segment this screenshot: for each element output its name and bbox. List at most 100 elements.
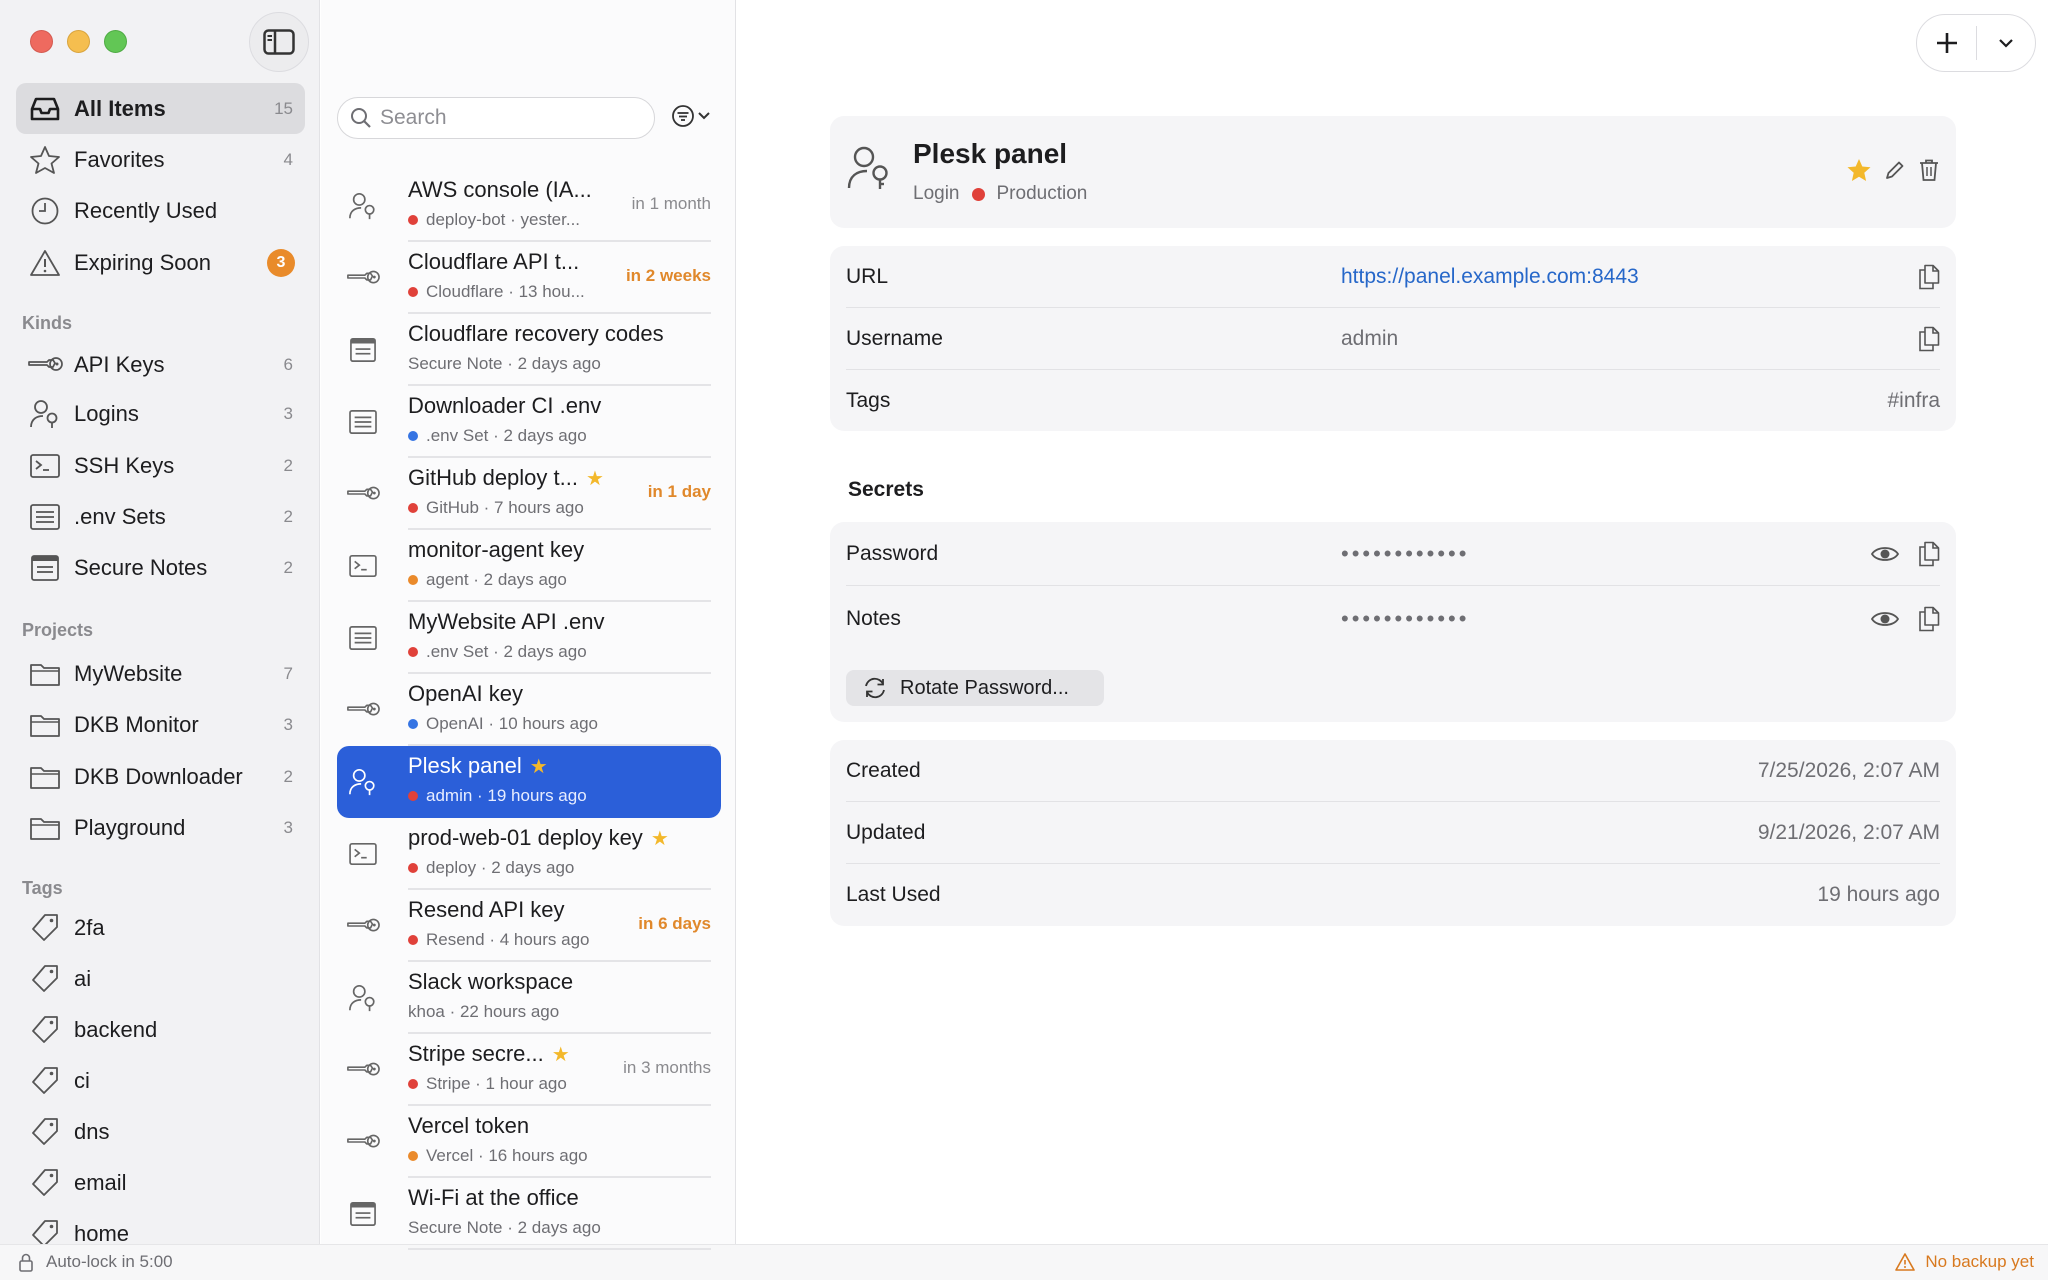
rotate-password-button[interactable]: Rotate Password... <box>846 670 1104 706</box>
list-item[interactable]: AWS console (IA... deploy-bot · yester...… <box>337 170 721 242</box>
add-item-menu-button[interactable] <box>1977 38 2035 48</box>
sidebar-item-tag-ci[interactable]: ci <box>16 1055 305 1106</box>
search-input[interactable]: Search <box>380 106 447 130</box>
list-item[interactable]: Slack workspace khoa · 22 hours ago <box>337 962 721 1034</box>
url-actions <box>1918 264 1940 290</box>
key-icon <box>22 354 68 376</box>
list-item-title: Cloudflare API t... <box>408 249 580 274</box>
minimize-window-button[interactable] <box>67 30 90 53</box>
sidebar-item-logins[interactable]: Logins 3 <box>16 388 305 439</box>
favorite-star-icon[interactable] <box>1846 158 1872 182</box>
sidebar-item-project-dkb-downloader[interactable]: DKB Downloader 2 <box>16 751 305 802</box>
sidebar-item-tag-2fa[interactable]: 2fa <box>16 902 305 953</box>
zoom-window-button[interactable] <box>104 30 127 53</box>
sidebar-item-tag-ai[interactable]: ai <box>16 953 305 1004</box>
sidebar-item-expiring-soon[interactable]: Expiring Soon 3 <box>16 237 305 288</box>
list-item-title-row: MyWebsite API .env <box>408 609 604 635</box>
list-item[interactable]: GitHub deploy t... ★ GitHub · 7 hours ago i… <box>337 458 721 530</box>
list-item[interactable]: OpenAI key OpenAI · 10 hours ago <box>337 674 721 746</box>
sidebar-item-favorites[interactable]: Favorites 4 <box>16 134 305 185</box>
sidebar-item-tag-email[interactable]: email <box>16 1157 305 1208</box>
list-item[interactable]: MyWebsite API .env .env Set · 2 days ago <box>337 602 721 674</box>
list-item-subtitle-row: Cloudflare · 13 hou... <box>408 282 585 302</box>
sidebar-item-secure-notes[interactable]: Secure Notes 2 <box>16 542 305 593</box>
url-link[interactable]: https://panel.example.com:8443 <box>1341 265 1639 289</box>
sidebar-item-label: ci <box>74 1067 90 1093</box>
sidebar-item-recently-used[interactable]: Recently Used <box>16 185 305 236</box>
favorite-star-icon: ★ <box>551 1043 570 1066</box>
list-item[interactable]: Wi-Fi at the office Secure Note · 2 days … <box>337 1178 721 1250</box>
search-field[interactable]: Search <box>337 97 655 139</box>
sidebar-item-label: 2fa <box>74 914 105 940</box>
username-actions <box>1918 326 1940 352</box>
add-item-button[interactable] <box>1917 26 1977 60</box>
copy-icon[interactable] <box>1918 606 1940 632</box>
detail-pane: Plesk panel Login Production URL https:/… <box>737 0 2048 1244</box>
created-value: 7/25/2026, 2:07 AM <box>1757 759 1940 782</box>
list-item-title-row: monitor-agent key <box>408 537 584 563</box>
list-item[interactable]: prod-web-01 deploy key ★ deploy · 2 days a… <box>337 818 721 890</box>
item-project: Production <box>996 183 1088 204</box>
sidebar-item-label: ai <box>74 965 92 991</box>
project-color-dot <box>408 215 418 225</box>
list-item[interactable]: Cloudflare recovery codes Secure Note · 2… <box>337 314 721 386</box>
copy-icon[interactable] <box>1918 541 1940 567</box>
list-item-title-row: Resend API key <box>408 897 565 923</box>
api-key-icon <box>345 1124 381 1160</box>
sidebar-item-project-playground[interactable]: Playground 3 <box>16 802 305 853</box>
username-value[interactable]: admin <box>1341 327 1398 351</box>
list-item[interactable]: Downloader CI .env .env Set · 2 days ago <box>337 386 721 458</box>
created-row: Created 7/25/2026, 2:07 AM <box>830 740 1956 802</box>
clock-icon <box>22 196 68 226</box>
list-item[interactable]: Resend API key Resend · 4 hours ago in 6 d… <box>337 890 721 962</box>
sidebar-item-tag-backend[interactable]: backend <box>16 1004 305 1055</box>
list-item-title: Wi-Fi at the office <box>408 1185 579 1210</box>
list-item[interactable]: Stripe secre... ★ Stripe · 1 hour ago in 3 … <box>337 1034 721 1106</box>
tags-label: Tags <box>846 389 891 412</box>
list-item-title-row: OpenAI key <box>408 681 523 707</box>
list-item[interactable]: Plesk panel ★ admin · 19 hours ago <box>337 746 721 818</box>
copy-icon[interactable] <box>1918 264 1940 290</box>
notes-masked-value: •••••••••••• <box>1341 606 1470 631</box>
list-item-subtitle: .env Set · 2 days ago <box>426 426 587 445</box>
sidebar-item-env-sets[interactable]: .env Sets 2 <box>16 491 305 542</box>
sidebar-item-all-items[interactable]: All Items 15 <box>16 83 305 134</box>
close-window-button[interactable] <box>30 30 53 53</box>
eye-icon[interactable] <box>1870 544 1900 564</box>
list-item-title-row: Vercel token <box>408 1113 529 1139</box>
toggle-sidebar-button[interactable] <box>249 12 309 72</box>
sidebar-item-label: dns <box>74 1118 110 1144</box>
eye-icon[interactable] <box>1870 609 1900 629</box>
sidebar-item-ssh-keys[interactable]: SSH Keys 2 <box>16 440 305 491</box>
list-item-title-row: Slack workspace <box>408 969 573 995</box>
sidebar-item-label: Recently Used <box>74 197 218 223</box>
list-item-title: Downloader CI .env <box>408 393 602 418</box>
sidebar-item-label: email <box>74 1169 127 1195</box>
sidebar-item-project-dkb-monitor[interactable]: DKB Monitor 3 <box>16 699 305 750</box>
expiry-label: in 6 days <box>638 914 711 933</box>
list-item-subtitle-row: Resend · 4 hours ago <box>408 930 590 950</box>
item-count: 2 <box>283 455 293 475</box>
list-item[interactable]: Vercel token Vercel · 16 hours ago <box>337 1106 721 1178</box>
sidebar-item-api-keys[interactable]: API Keys 6 <box>16 339 305 390</box>
sidebar-item-tag-dns[interactable]: dns <box>16 1106 305 1157</box>
secure-note-icon <box>345 1196 381 1232</box>
list-item-title: Cloudflare recovery codes <box>408 321 664 346</box>
list-item[interactable]: Cloudflare API t... Cloudflare · 13 hou..… <box>337 242 721 314</box>
tag-icon <box>22 1015 68 1045</box>
trash-icon[interactable] <box>1918 158 1940 182</box>
list-item-subtitle-row: deploy-bot · yester... <box>408 210 580 230</box>
edit-pencil-icon[interactable] <box>1884 159 1906 181</box>
section-title-kinds: Kinds <box>22 313 73 333</box>
sidebar-item-label: DKB Monitor <box>74 711 199 737</box>
list-item[interactable]: monitor-agent key agent · 2 days ago <box>337 530 721 602</box>
sidebar-item-label: Secure Notes <box>74 554 208 580</box>
copy-icon[interactable] <box>1918 326 1940 352</box>
list-item-title: OpenAI key <box>408 681 523 706</box>
filter-menu-button[interactable] <box>671 104 711 128</box>
backup-status[interactable]: No backup yet <box>1895 1252 2034 1272</box>
tags-value[interactable]: #infra <box>1887 389 1940 413</box>
note-icon <box>22 554 68 582</box>
updated-row: Updated 9/21/2026, 2:07 AM <box>830 802 1956 864</box>
sidebar-item-project-mywebsite[interactable]: MyWebsite 7 <box>16 648 305 699</box>
